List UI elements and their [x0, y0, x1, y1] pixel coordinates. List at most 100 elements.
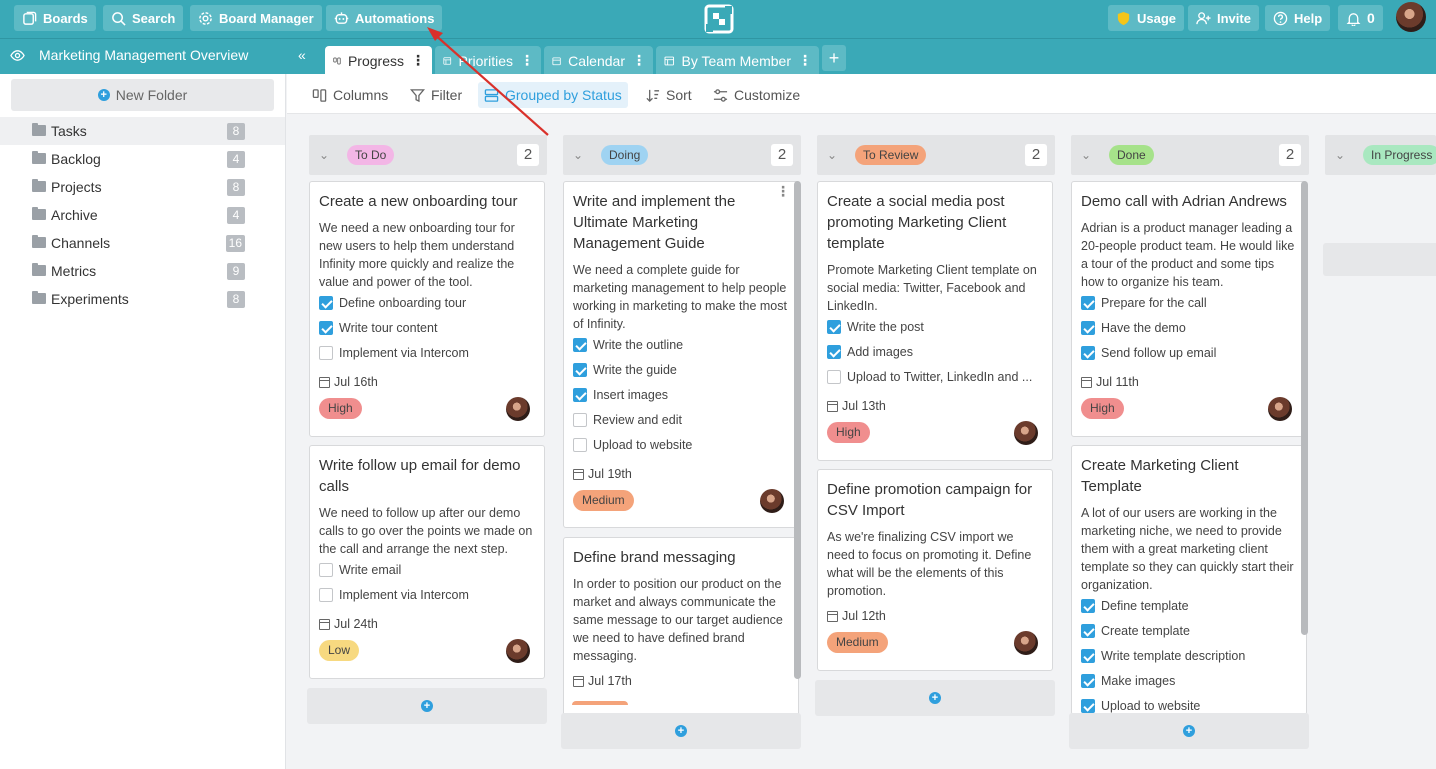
checklist-item[interactable]: Create template [1081, 622, 1301, 640]
add-card-button[interactable]: + [1069, 713, 1309, 749]
checkbox[interactable] [1081, 624, 1095, 638]
checklist-item[interactable]: Upload to website [573, 436, 793, 454]
checklist-item[interactable]: Implement via Intercom [319, 586, 539, 604]
checkbox[interactable] [319, 588, 333, 602]
due-date[interactable]: Jul 11th [1081, 374, 1139, 390]
task-card[interactable]: Create a social media post promoting Mar… [817, 181, 1053, 461]
checklist-item[interactable]: Write the guide [573, 361, 793, 379]
column-header[interactable]: ⌄ Doing 2 [563, 135, 801, 175]
column-scrollbar[interactable] [1301, 181, 1308, 635]
checkbox[interactable] [319, 296, 333, 310]
assignee-avatar[interactable] [506, 397, 530, 421]
priority-badge[interactable]: Medium [573, 490, 634, 511]
eye-icon[interactable] [10, 48, 25, 63]
sidebar-folder-item[interactable]: Backlog 4 [0, 145, 285, 173]
task-card[interactable]: Write and implement the Ultimate Marketi… [563, 181, 799, 528]
new-folder-button[interactable]: + New Folder [11, 79, 274, 111]
checkbox[interactable] [1081, 296, 1095, 310]
task-card[interactable]: Define brand messaging In order to positi… [563, 537, 799, 717]
checklist-item[interactable]: Write the outline [573, 336, 793, 354]
checklist-item[interactable]: Define template [1081, 597, 1301, 615]
due-date[interactable]: Jul 24th [319, 616, 378, 632]
help-button[interactable]: Help [1265, 5, 1331, 31]
board-manager-button[interactable]: Board Manager [190, 5, 322, 31]
checkbox[interactable] [573, 338, 587, 352]
sidebar-folder-item[interactable]: Tasks 8 [0, 117, 285, 145]
tab-menu-icon[interactable]: ⋮ [411, 52, 425, 69]
due-date[interactable]: Jul 17th [573, 673, 632, 689]
column-scrollbar[interactable] [794, 181, 801, 679]
priority-badge[interactable]: Low [319, 640, 360, 661]
tab-progress[interactable]: Progress ⋮ [325, 46, 432, 75]
usage-button[interactable]: Usage [1108, 5, 1185, 31]
tab-by-team-member[interactable]: By Team Member ⋮ [656, 46, 819, 75]
card-menu-icon[interactable]: ⋮ [776, 184, 790, 198]
add-card-button[interactable]: + [307, 688, 547, 724]
checkbox[interactable] [1081, 674, 1095, 688]
checklist-item[interactable]: Make images [1081, 672, 1301, 690]
column-header[interactable]: ⌄ To Review 2 [817, 135, 1055, 175]
checklist-item[interactable]: Write email [319, 561, 539, 579]
task-card[interactable]: Define promotion campaign for CSV Import… [817, 469, 1053, 671]
group-by-button[interactable]: Grouped by Status [478, 82, 628, 108]
boards-button[interactable]: Boards [14, 5, 96, 31]
checklist-item[interactable]: Send follow up email [1081, 344, 1301, 362]
chevron-down-icon[interactable]: ⌄ [827, 148, 837, 162]
invite-button[interactable]: Invite [1188, 5, 1259, 31]
columns-button[interactable]: Columns [306, 82, 394, 108]
column-header[interactable]: ⌄ In Progress [1325, 135, 1436, 175]
sidebar-folder-item[interactable]: Metrics 9 [0, 257, 285, 285]
add-tab-button[interactable]: + [822, 45, 846, 71]
sidebar-folder-item[interactable]: Projects 8 [0, 173, 285, 201]
search-button[interactable]: Search [103, 5, 184, 31]
checkbox[interactable] [573, 413, 587, 427]
tab-menu-icon[interactable]: ⋮ [798, 52, 812, 69]
checkbox[interactable] [319, 321, 333, 335]
sort-button[interactable]: Sort [639, 82, 698, 108]
assignee-avatar[interactable] [1268, 397, 1292, 421]
add-card-button[interactable]: + [561, 713, 801, 749]
checklist-item[interactable]: Have the demo [1081, 319, 1301, 337]
checklist-item[interactable]: Review and edit [573, 411, 793, 429]
filter-button[interactable]: Filter [404, 82, 468, 108]
chevron-down-icon[interactable]: ⌄ [319, 148, 329, 162]
priority-badge[interactable]: High [1081, 398, 1124, 419]
checklist-item[interactable]: Insert images [573, 386, 793, 404]
assignee-avatar[interactable] [506, 639, 530, 663]
tab-priorities[interactable]: Priorities ⋮ [435, 46, 541, 75]
checkbox[interactable] [319, 563, 333, 577]
checklist-item[interactable]: Upload to Twitter, LinkedIn and ... [827, 368, 1047, 386]
checkbox[interactable] [1081, 699, 1095, 713]
checklist-item[interactable]: Write tour content [319, 319, 539, 337]
checkbox[interactable] [1081, 346, 1095, 360]
checkbox[interactable] [827, 320, 841, 334]
column-header[interactable]: ⌄ Done 2 [1071, 135, 1309, 175]
task-card[interactable]: Create a new onboarding tour We need a ne… [309, 181, 545, 437]
collapse-sidebar-icon[interactable]: « [298, 47, 306, 63]
priority-badge[interactable]: High [827, 422, 870, 443]
checkbox[interactable] [573, 363, 587, 377]
sidebar-folder-item[interactable]: Archive 4 [0, 201, 285, 229]
checkbox[interactable] [1081, 321, 1095, 335]
infinity-logo-icon[interactable] [704, 4, 734, 34]
tab-calendar[interactable]: Calendar ⋮ [544, 46, 653, 75]
checkbox[interactable] [1081, 599, 1095, 613]
automations-button[interactable]: Automations [326, 5, 443, 31]
assignee-avatar[interactable] [1014, 421, 1038, 445]
chevron-down-icon[interactable]: ⌄ [573, 148, 583, 162]
checklist-item[interactable]: Prepare for the call [1081, 294, 1301, 312]
checklist-item[interactable]: Write template description [1081, 647, 1301, 665]
due-date[interactable]: Jul 13th [827, 398, 886, 414]
checklist-item[interactable]: Add images [827, 343, 1047, 361]
task-card[interactable]: Demo call with Adrian Andrews Adrian is a… [1071, 181, 1307, 437]
checkbox[interactable] [827, 345, 841, 359]
assignee-avatar[interactable] [760, 489, 784, 513]
sidebar-folder-item[interactable]: Channels 16 [0, 229, 285, 257]
due-date[interactable]: Jul 16th [319, 374, 378, 390]
priority-badge[interactable]: High [319, 398, 362, 419]
checkbox[interactable] [319, 346, 333, 360]
checkbox[interactable] [1081, 649, 1095, 663]
chevron-down-icon[interactable]: ⌄ [1335, 148, 1345, 162]
checklist-item[interactable]: Implement via Intercom [319, 344, 539, 362]
checkbox[interactable] [573, 438, 587, 452]
